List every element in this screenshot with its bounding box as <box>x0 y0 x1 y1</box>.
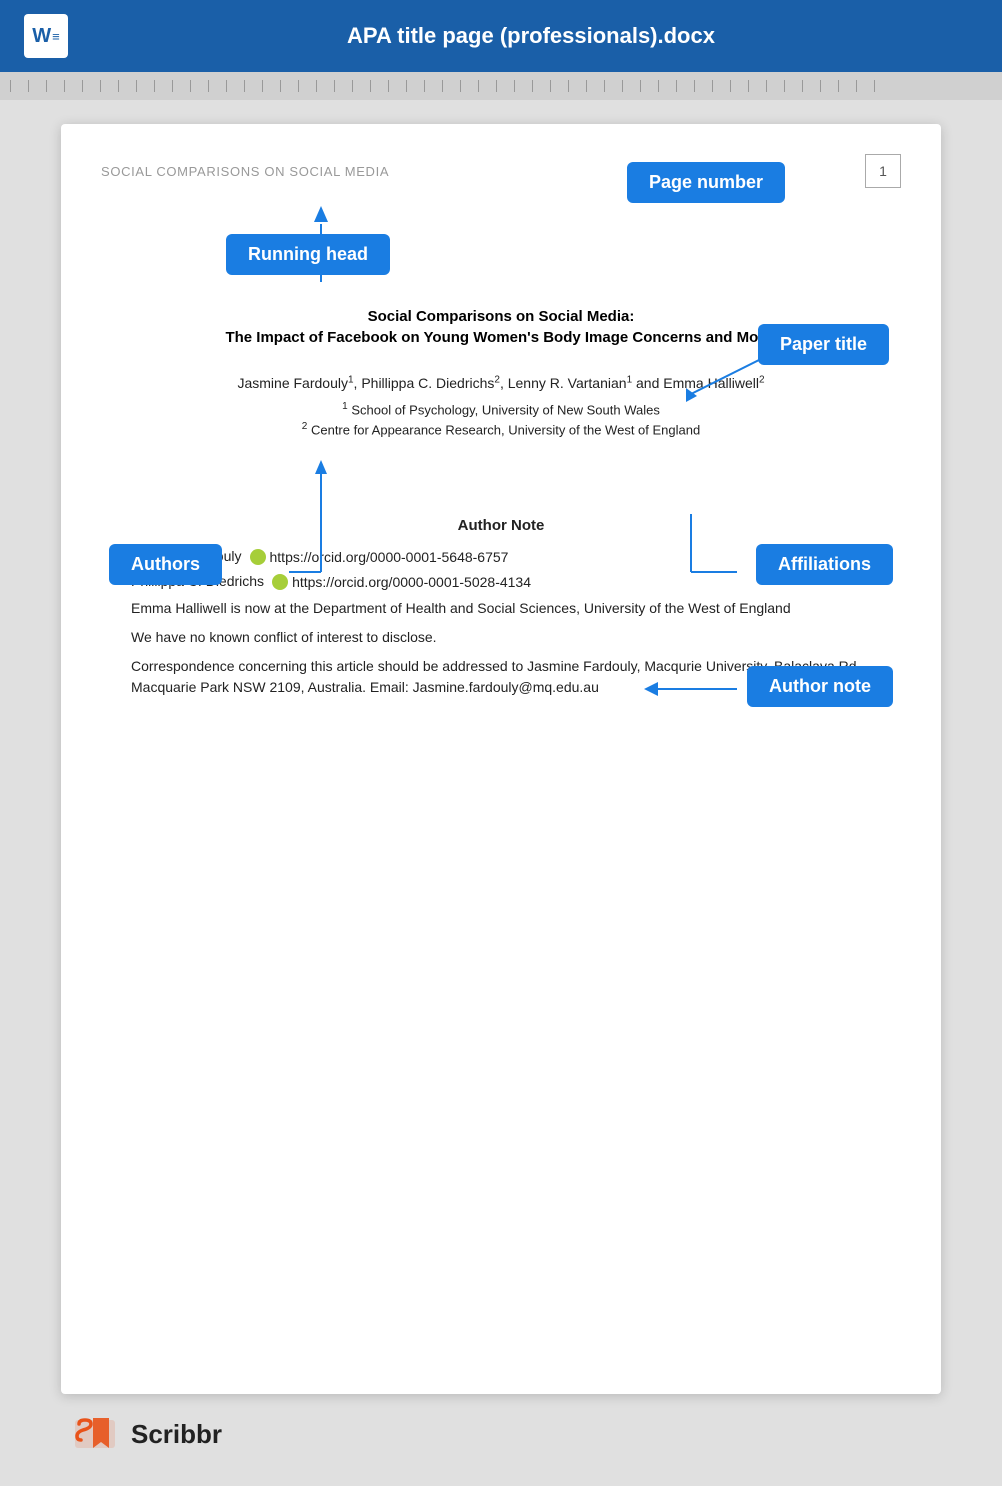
authors-badge: Authors <box>109 544 222 585</box>
affiliations-section: 1 School of Psychology, University of Ne… <box>101 401 901 438</box>
paper-title-badge: Paper title <box>758 324 889 365</box>
document-page: SOCIAL COMPARISONS ON SOCIAL MEDIA 1 Run… <box>61 124 941 1394</box>
orcid-icon-2 <box>272 574 288 590</box>
ruler <box>0 72 1002 100</box>
author-note-para-3: Emma Halliwell is now at the Department … <box>131 598 871 619</box>
title-bar: W≡ APA title page (professionals).docx <box>0 0 1002 72</box>
author-note-orcid-1: https://orcid.org/0000-0001-5648-6757 <box>270 549 509 565</box>
affiliation-2: 2 Centre for Appearance Research, Univer… <box>101 421 901 437</box>
affiliation-1: 1 School of Psychology, University of Ne… <box>101 401 901 417</box>
document-title: APA title page (professionals).docx <box>84 23 978 49</box>
author-note-badge: Author note <box>747 666 893 707</box>
running-head-badge: Running head <box>226 234 390 275</box>
author-note-title: Author Note <box>131 517 871 534</box>
page-number-box: 1 <box>865 154 901 188</box>
word-icon: W≡ <box>24 14 68 58</box>
authors-section: Jasmine Fardouly1, Phillippa C. Diedrich… <box>101 374 901 391</box>
scribbr-brand: Scribbr <box>131 1419 222 1450</box>
doc-content: SOCIAL COMPARISONS ON SOCIAL MEDIA 1 Run… <box>101 154 901 1254</box>
author-note-orcid-2: https://orcid.org/0000-0001-5028-4134 <box>292 574 531 590</box>
affiliations-badge: Affiliations <box>756 544 893 585</box>
page-number-badge: Page number <box>627 162 785 203</box>
scribbr-logo-icon <box>71 1412 119 1456</box>
running-head-text: SOCIAL COMPARISONS ON SOCIAL MEDIA <box>101 164 389 179</box>
author-list: Jasmine Fardouly1, Phillippa C. Diedrich… <box>237 375 764 391</box>
paper-title-line1: Social Comparisons on Social Media: <box>101 308 901 325</box>
scribbr-footer: Scribbr <box>61 1412 941 1456</box>
author-note-para-4: We have no known conflict of interest to… <box>131 627 871 648</box>
orcid-icon-1 <box>250 549 266 565</box>
